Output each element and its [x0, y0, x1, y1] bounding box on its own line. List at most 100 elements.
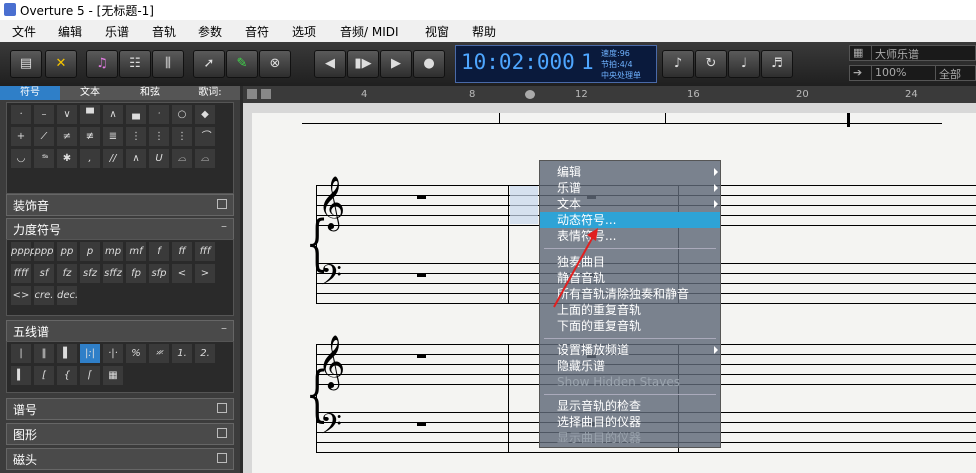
staff-input-button[interactable]: ♬ [761, 50, 793, 78]
ctx-item-edit[interactable]: 编辑 [540, 164, 720, 180]
tape-header[interactable]: 磁头 [6, 448, 234, 470]
tab-lyrics[interactable]: 歌词: [180, 86, 240, 100]
articulation-cell[interactable]: ≢ [80, 127, 100, 146]
articulation-cell[interactable]: ⋮ [149, 127, 169, 146]
articulation-cell[interactable]: , [80, 149, 100, 168]
dynamic-cell[interactable]: sf [34, 264, 54, 283]
measure-repeat-cell[interactable]: % [126, 344, 146, 363]
dynamic-cell[interactable]: mp [103, 242, 123, 261]
articulation-cell[interactable]: + [11, 127, 31, 146]
tab-chords[interactable]: 和弦 [120, 86, 180, 100]
ctx-item-show-track-inspector[interactable]: 显示音轨的检查 [540, 398, 720, 414]
barline-cell[interactable]: | [11, 344, 31, 363]
repeat-both-cell[interactable]: ·|· [103, 344, 123, 363]
staff-header[interactable]: 五线谱 – [6, 320, 234, 342]
menu-options[interactable]: 选项 [292, 23, 316, 40]
ctx-item-text[interactable]: 文本 [540, 196, 720, 212]
expand-icon[interactable] [217, 453, 227, 463]
measure-ruler[interactable]: 4 8 12 16 20 24 [243, 86, 976, 103]
dynamics-header[interactable]: 力度符号 – [6, 218, 234, 240]
expand-icon[interactable] [217, 428, 227, 438]
tab-text[interactable]: 文本 [60, 86, 120, 100]
dec-text-cell[interactable]: dec. [57, 286, 78, 305]
articulation-cell[interactable]: ≣ [103, 127, 123, 146]
articulation-cell[interactable]: ○ [172, 105, 192, 124]
first-ending-cell[interactable]: 1. [172, 344, 192, 363]
articulation-cell[interactable]: ≠ [57, 127, 77, 146]
scope-select[interactable]: 全部 [935, 65, 976, 81]
pencil-tool-button[interactable]: ✎ [226, 50, 258, 78]
dynamic-cell[interactable]: ff [172, 242, 192, 261]
notes-button[interactable]: ♫ [86, 50, 118, 78]
heavy-barline-cell[interactable]: ▍ [11, 366, 31, 385]
fermata-cell[interactable]: ⌒ [195, 127, 215, 146]
articulation-cell[interactable]: ⋮ [172, 127, 192, 146]
ctx-item-playback-channel[interactable]: 设置播放频道 [540, 342, 720, 358]
ruler-button[interactable] [247, 89, 257, 99]
articulation-cell[interactable]: ✱ [57, 149, 77, 168]
dynamic-cell[interactable]: ppp [34, 242, 54, 261]
step-button[interactable]: ▮▶ [347, 50, 379, 78]
ctx-item-duplicate-below[interactable]: 下面的重复音轨 [540, 318, 720, 334]
dynamic-cell[interactable]: pppp [11, 242, 36, 261]
repeat-barline-cell[interactable]: |:| [80, 344, 100, 363]
articulation-cell[interactable]: ᐧ [149, 105, 169, 124]
menu-audio-midi[interactable]: 音频/ MIDI [340, 23, 399, 40]
dynamic-cell[interactable]: pp [57, 242, 77, 261]
menu-score[interactable]: 乐谱 [105, 23, 129, 40]
second-ending-cell[interactable]: 2. [195, 344, 215, 363]
dynamic-cell[interactable]: f [149, 242, 169, 261]
double-measure-repeat-cell[interactable]: 𝄏 [149, 344, 169, 363]
menu-file[interactable]: 文件 [12, 23, 36, 40]
dynamic-cell[interactable]: ffff [11, 264, 31, 283]
collapse-icon[interactable]: – [221, 321, 227, 335]
tab-symbols[interactable]: 符号 [0, 86, 60, 100]
menu-track[interactable]: 音轨 [152, 23, 176, 40]
dynamic-cell[interactable]: sfz [80, 264, 100, 283]
select-tool-button[interactable]: ➚ [193, 50, 225, 78]
dynamic-cell[interactable]: fp [126, 264, 146, 283]
dynamic-cell[interactable]: mf [126, 242, 146, 261]
ctx-item-hide-staff[interactable]: 隐藏乐谱 [540, 358, 720, 374]
articulation-cell[interactable]: U [149, 149, 169, 168]
menu-notes[interactable]: 音符 [245, 23, 269, 40]
bracket-cell[interactable]: [ [34, 366, 54, 385]
tracks-button[interactable]: ☷ [119, 50, 151, 78]
articulation-cell[interactable]: – [34, 105, 54, 124]
note-input-button[interactable]: ♩ [728, 50, 760, 78]
articulation-cell[interactable]: ▀ [80, 105, 100, 124]
rewind-button[interactable]: ◀ [314, 50, 346, 78]
dynamic-cell[interactable]: sfp [149, 264, 169, 283]
clef-header[interactable]: 谱号 [6, 398, 234, 420]
articulation-cell[interactable]: ▄ [126, 105, 146, 124]
articulation-cell[interactable]: ⌓ [172, 149, 192, 168]
articulation-cell[interactable]: ∨ [57, 105, 77, 124]
view-icon[interactable]: ▦ [849, 45, 872, 61]
ruler-button[interactable] [261, 89, 271, 99]
cresc-text-cell[interactable]: cre. [34, 286, 54, 305]
expand-icon[interactable] [217, 199, 227, 209]
ctx-item-select-instrument[interactable]: 选择曲目的仪器 [540, 414, 720, 430]
record-button[interactable]: ● [413, 50, 445, 78]
collapse-icon[interactable]: – [221, 219, 227, 233]
ctx-item-score[interactable]: 乐谱 [540, 180, 720, 196]
articulation-cell[interactable]: · [11, 105, 31, 124]
play-button[interactable]: ▶ [380, 50, 412, 78]
double-barline-cell[interactable]: ‖ [34, 344, 54, 363]
pedal-cell[interactable]: 𝆮 [34, 149, 54, 168]
dynamic-cell[interactable]: sffz [103, 264, 123, 283]
articulation-cell[interactable]: ◡ [11, 149, 31, 168]
dynamic-cell[interactable]: fff [195, 242, 215, 261]
brace-cell[interactable]: { [57, 366, 77, 385]
metronome-button[interactable]: ♪ [662, 50, 694, 78]
playhead-marker[interactable] [525, 90, 535, 99]
menu-window[interactable]: 视窗 [425, 23, 449, 40]
mixer-button[interactable]: ⫼ [152, 50, 184, 78]
menu-help[interactable]: 帮助 [472, 23, 496, 40]
menu-edit[interactable]: 编辑 [58, 23, 82, 40]
menu-params[interactable]: 参数 [198, 23, 222, 40]
articulation-cell[interactable]: // [103, 149, 123, 168]
zoom-select[interactable]: 100% [871, 65, 936, 81]
dynamic-cell[interactable]: fz [57, 264, 77, 283]
decrescendo-cell[interactable]: > [195, 264, 215, 283]
